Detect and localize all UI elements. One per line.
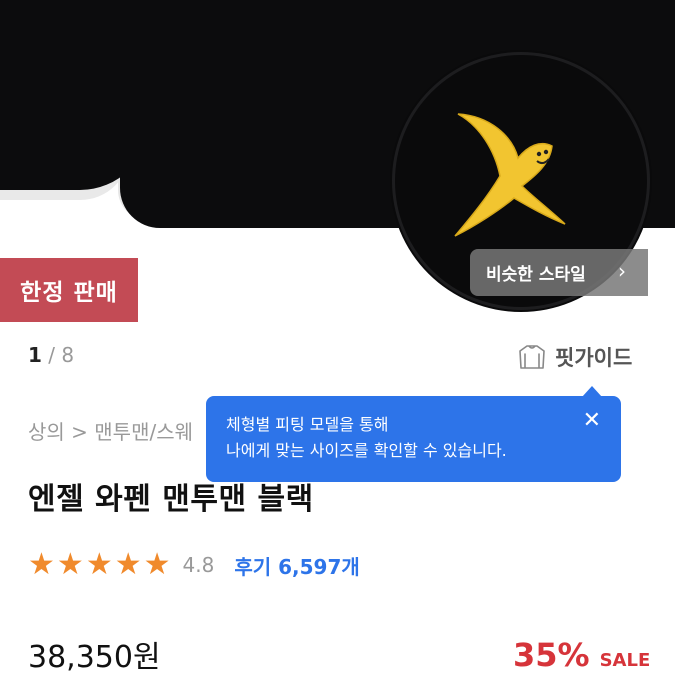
product-image[interactable]: 한정 판매 비슷한 스타일 › <box>0 0 675 328</box>
fit-guide-button[interactable]: 핏가이드 <box>517 340 632 374</box>
rating-row: ★ ★ ★ ★ ★ 4.8 후기 6,597개 <box>28 548 360 582</box>
star-icon: ★ <box>28 547 55 582</box>
discount-badge: 35% SALE <box>513 636 650 674</box>
tooltip-arrow <box>582 386 602 397</box>
star-icon: ★ <box>114 547 142 582</box>
similar-style-label: 비슷한 스타일 <box>486 265 586 285</box>
pager-current: 1 <box>28 343 42 367</box>
star-icon: ★ <box>85 547 113 582</box>
image-pager: 1 / 8 <box>28 343 74 367</box>
chevron-right-icon: › <box>618 259 626 283</box>
star-rating: ★ ★ ★ ★ ★ <box>28 548 171 582</box>
tooltip-line-1: 체형별 피팅 모델을 통해 <box>226 415 389 434</box>
sale-label: SALE <box>599 650 651 671</box>
tooltip-line-2: 나에게 맞는 사이즈를 확인할 수 있습니다. <box>226 441 507 460</box>
fit-guide-tooltip: 체형별 피팅 모델을 통해 나에게 맞는 사이즈를 확인할 수 있습니다. ✕ <box>206 386 621 482</box>
discount-percent: 35% <box>513 636 590 674</box>
similar-style-button[interactable]: 비슷한 스타일 › <box>470 249 648 296</box>
close-icon[interactable]: ✕ <box>583 410 601 432</box>
fit-guide-label: 핏가이드 <box>555 346 633 370</box>
pager-total: 8 <box>61 343 75 367</box>
review-count-link[interactable]: 후기 6,597개 <box>234 551 359 580</box>
breadcrumb[interactable]: 상의 > 맨투맨/스웨 <box>28 416 193 445</box>
angel-patch-icon <box>454 113 566 237</box>
star-icon: ★ <box>56 547 84 582</box>
rating-score: 4.8 <box>182 553 215 577</box>
limited-sale-badge: 한정 판매 <box>0 258 138 322</box>
star-icon: ★ <box>143 547 171 582</box>
price: 38,350원 <box>28 640 161 675</box>
pager-separator: / <box>41 343 62 367</box>
sweatshirt-icon <box>519 345 545 369</box>
